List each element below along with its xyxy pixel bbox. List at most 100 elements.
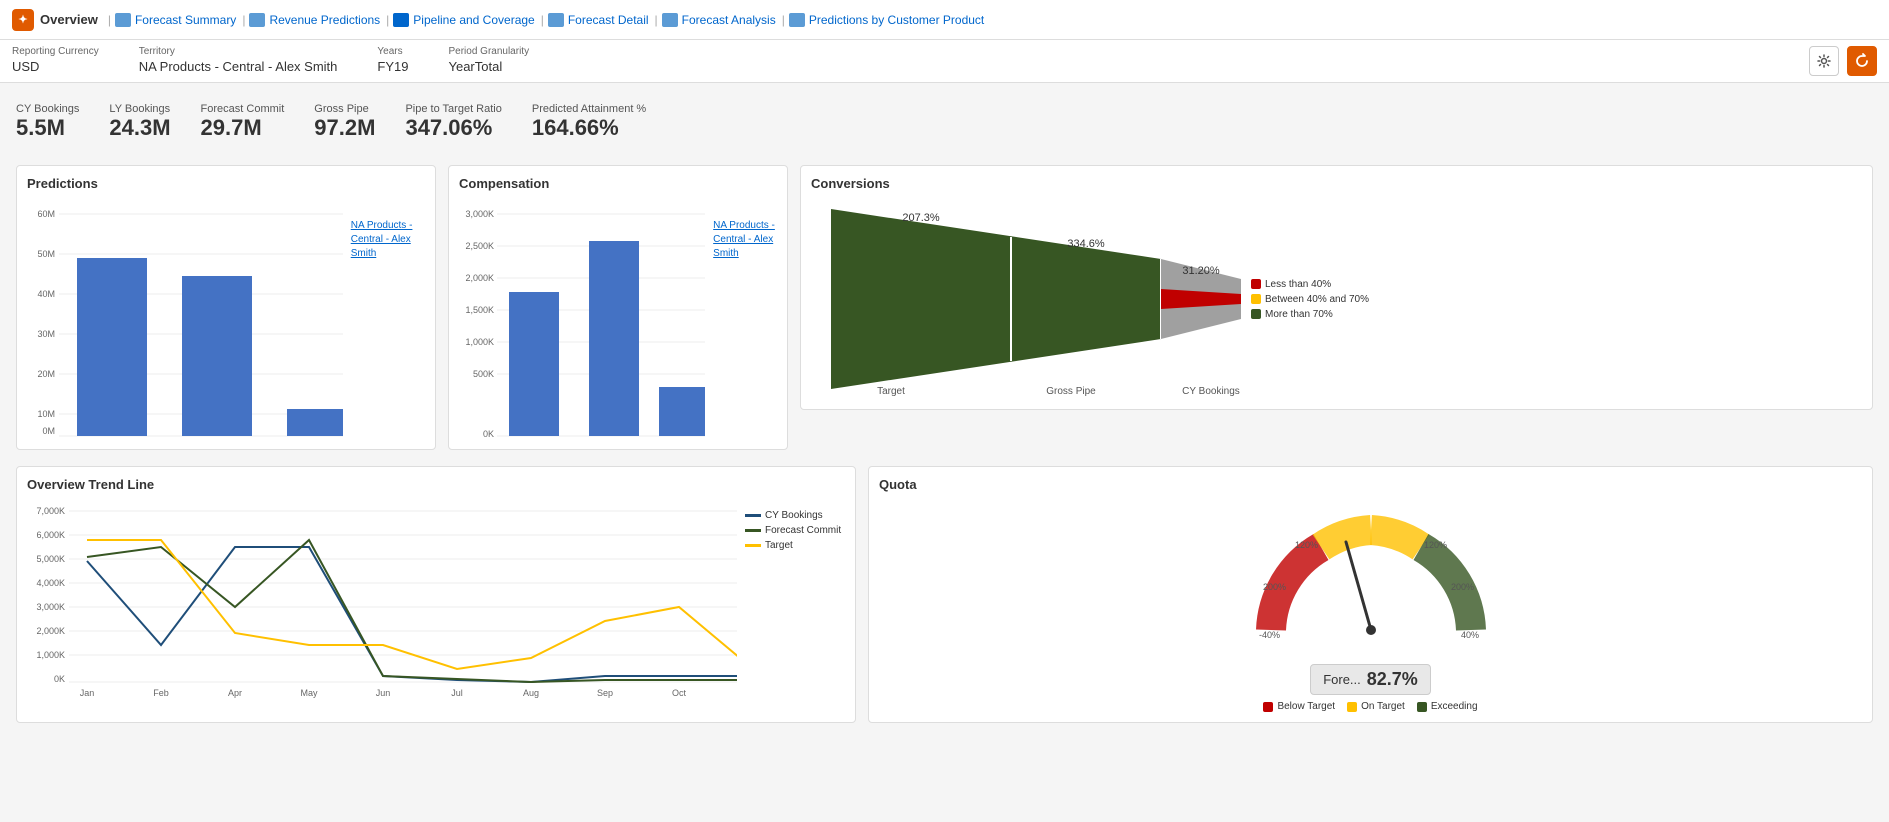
svg-text:4,000K: 4,000K xyxy=(36,578,65,588)
period-value: YearTotal xyxy=(448,59,529,74)
svg-text:50M: 50M xyxy=(37,249,55,259)
bottom-row: Overview Trend Line 7,000K 6,000K 5,000K… xyxy=(16,466,1873,723)
svg-text:10M: 10M xyxy=(37,409,55,419)
nav-forecast-analysis[interactable]: Forecast Analysis xyxy=(662,13,776,27)
svg-text:40M: 40M xyxy=(37,289,55,299)
svg-text:500K: 500K xyxy=(473,369,494,379)
svg-text:200%: 200% xyxy=(1451,582,1474,592)
refresh-button[interactable] xyxy=(1847,46,1877,76)
svg-text:Oct: Oct xyxy=(672,688,687,698)
nav-pipeline-coverage[interactable]: Pipeline and Coverage xyxy=(393,13,534,27)
kpi-pipe-target-value: 347.06% xyxy=(405,115,501,141)
nav-forecast-summary[interactable]: Forecast Summary xyxy=(115,13,236,27)
gauge-wrap: -40% 40% 120% 120% 200% 200% Fore... 82.… xyxy=(879,500,1862,712)
svg-text:6,000K: 6,000K xyxy=(36,530,65,540)
svg-text:40%: 40% xyxy=(1461,630,1479,640)
nav-overview[interactable]: Overview xyxy=(40,12,98,27)
svg-text:Jul: Jul xyxy=(451,688,463,698)
gear-icon xyxy=(1817,54,1831,68)
conversions-funnel: 207.3% 334.6% 31.20% Target Gross Pipe C… xyxy=(811,199,1241,399)
kpi-row: CY Bookings 5.5M LY Bookings 24.3M Forec… xyxy=(16,95,1873,149)
svg-text:Jan: Jan xyxy=(80,688,95,698)
compensation-chart: 3,000K 2,500K 2,000K 1,500K 1,000K 500K … xyxy=(459,199,705,439)
kpi-pipe-target-label: Pipe to Target Ratio xyxy=(405,103,501,115)
nav-icon-revenue xyxy=(249,13,265,27)
filter-actions xyxy=(1809,46,1877,76)
trend-line-forecast xyxy=(745,529,761,532)
conversions-title: Conversions xyxy=(811,176,1862,191)
kpi-gross-pipe-value: 97.2M xyxy=(314,115,375,141)
predictions-card: Predictions 60M 50M 40M 30M 20M 10M 0M xyxy=(16,165,436,450)
nav-forecast-detail[interactable]: Forecast Detail xyxy=(548,13,649,27)
nav-revenue-predictions[interactable]: Revenue Predictions xyxy=(249,13,380,27)
years-label: Years xyxy=(377,46,408,57)
gauge-value-display: Fore... 82.7% xyxy=(1310,664,1431,695)
settings-button[interactable] xyxy=(1809,46,1839,76)
quota-card: Quota xyxy=(868,466,1873,723)
svg-text:334.6%: 334.6% xyxy=(1067,238,1105,250)
nav-icon-detail xyxy=(548,13,564,27)
trend-line-target xyxy=(745,544,761,547)
conversions-legend: Less than 40% Between 40% and 70% More t… xyxy=(1251,279,1369,320)
svg-text:Feb: Feb xyxy=(153,688,169,698)
charts-row: Predictions 60M 50M 40M 30M 20M 10M 0M xyxy=(16,165,1873,450)
gauge-label: Fore... xyxy=(1323,672,1361,687)
territory-label: Territory xyxy=(139,46,338,57)
predictions-legend: NA Products - Central - Alex Smith xyxy=(351,219,425,261)
legend-between-40-70: Between 40% and 70% xyxy=(1251,294,1369,305)
compensation-title: Compensation xyxy=(459,176,777,191)
trend-line-cy xyxy=(745,514,761,517)
kpi-forecast-commit: Forecast Commit 29.7M xyxy=(201,103,285,141)
period-label: Period Granularity xyxy=(448,46,529,57)
territory-value: NA Products - Central - Alex Smith xyxy=(139,59,338,74)
kpi-gross-pipe: Gross Pipe 97.2M xyxy=(314,103,375,141)
trend-title: Overview Trend Line xyxy=(27,477,845,492)
main-content: CY Bookings 5.5M LY Bookings 24.3M Forec… xyxy=(0,83,1889,735)
svg-text:Apr: Apr xyxy=(228,688,242,698)
gauge-dot-on xyxy=(1347,702,1357,712)
gauge-legend-exceeding: Exceeding xyxy=(1417,701,1478,712)
svg-text:2,000K: 2,000K xyxy=(465,273,494,283)
svg-text:Sep: Sep xyxy=(597,688,613,698)
svg-text:5,000K: 5,000K xyxy=(36,554,65,564)
gauge-legend-below: Below Target xyxy=(1263,701,1335,712)
svg-text:60M: 60M xyxy=(37,209,55,219)
gauge-dot-below xyxy=(1263,702,1273,712)
kpi-ly-bookings-label: LY Bookings xyxy=(109,103,170,115)
currency-label: Reporting Currency xyxy=(12,46,99,57)
svg-text:120%: 120% xyxy=(1424,540,1447,550)
gauge-chart: -40% 40% 120% 120% 200% 200% xyxy=(1241,500,1501,660)
gauge-dot-exceeding xyxy=(1417,702,1427,712)
compensation-card: Compensation 3,000K 2,500K 2,000K 1,500K… xyxy=(448,165,788,450)
svg-text:CY Bookings: CY Bookings xyxy=(1182,386,1240,397)
refresh-icon xyxy=(1854,53,1870,69)
trend-legend-forecast-commit: Forecast Commit xyxy=(745,525,845,536)
gauge-legend-on: On Target xyxy=(1347,701,1405,712)
quota-title: Quota xyxy=(879,477,1862,492)
svg-text:Target: Target xyxy=(877,386,905,397)
filter-bar: Reporting Currency USD Territory NA Prod… xyxy=(0,40,1889,83)
svg-text:3,000K: 3,000K xyxy=(36,602,65,612)
svg-text:0M: 0M xyxy=(42,426,55,436)
svg-text:200%: 200% xyxy=(1263,582,1286,592)
trend-card: Overview Trend Line 7,000K 6,000K 5,000K… xyxy=(16,466,856,723)
kpi-predicted-attainment-value: 164.66% xyxy=(532,115,646,141)
legend-dot-red xyxy=(1251,279,1261,289)
legend-more-70: More than 70% xyxy=(1251,309,1369,320)
filter-currency: Reporting Currency USD xyxy=(12,46,99,74)
trend-legend: CY Bookings Forecast Commit Target xyxy=(745,510,845,700)
trend-legend-target: Target xyxy=(745,540,845,551)
trend-legend-cy-bookings: CY Bookings xyxy=(745,510,845,521)
svg-text:7,000K: 7,000K xyxy=(36,506,65,516)
nav-predictions-customer[interactable]: Predictions by Customer Product xyxy=(789,13,984,27)
app-logo: ✦ xyxy=(12,9,34,31)
kpi-pipe-target: Pipe to Target Ratio 347.06% xyxy=(405,103,501,141)
svg-text:1,000K: 1,000K xyxy=(36,650,65,660)
svg-text:Gross Pipe: Gross Pipe xyxy=(1046,386,1096,397)
svg-text:1,500K: 1,500K xyxy=(465,305,494,315)
compensation-legend: NA Products - Central - Alex Smith xyxy=(713,219,777,261)
svg-text:30M: 30M xyxy=(37,329,55,339)
gauge-percentage: 82.7% xyxy=(1367,669,1418,690)
legend-dot-yellow xyxy=(1251,294,1261,304)
kpi-predicted-attainment-label: Predicted Attainment % xyxy=(532,103,646,115)
